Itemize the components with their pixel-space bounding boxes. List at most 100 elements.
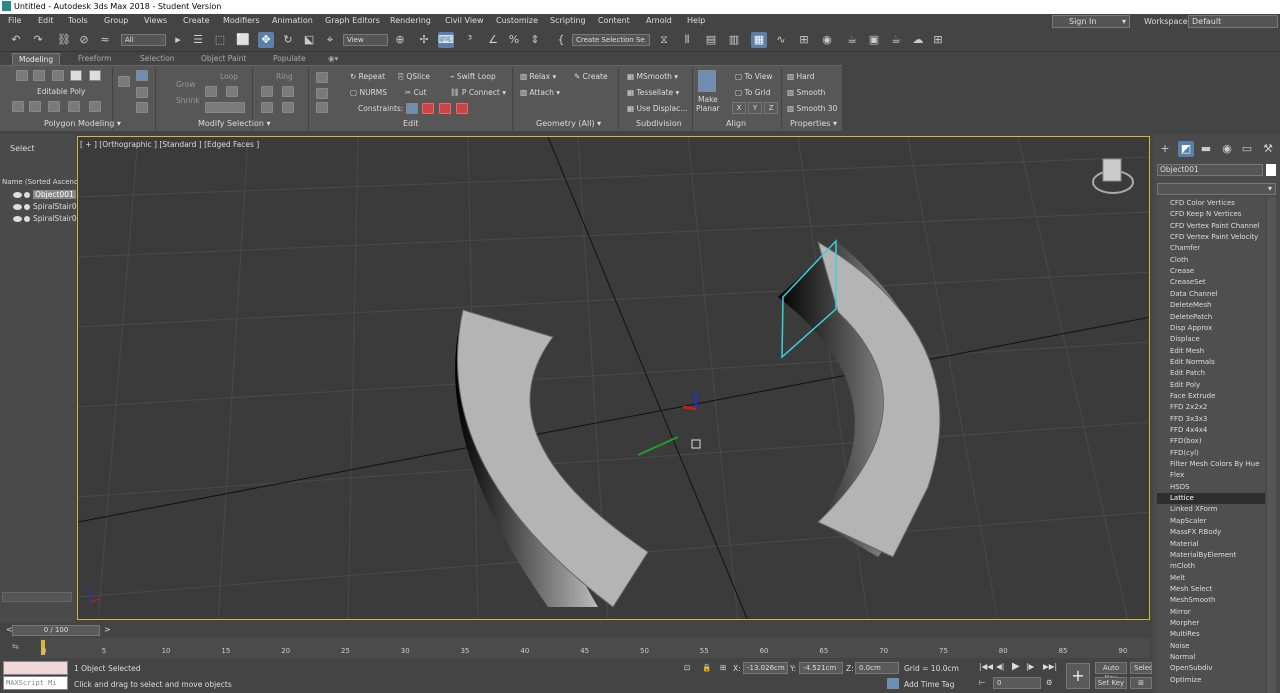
hierarchy-panel-icon[interactable]: ▬ xyxy=(1198,141,1214,157)
modifier-item-noise[interactable]: Noise xyxy=(1170,641,1265,652)
menu-animation[interactable]: Animation xyxy=(272,16,313,25)
modifier-item-ffd-3x3x3[interactable]: FFD 3x3x3 xyxy=(1170,414,1265,425)
modify-mode-icon[interactable] xyxy=(12,101,24,112)
border-icon[interactable] xyxy=(52,70,64,81)
extrude-icon[interactable] xyxy=(316,102,328,113)
use-displacement-button[interactable]: ▦ Use Displac... xyxy=(627,104,687,113)
modifier-item-displace[interactable]: Displace xyxy=(1170,334,1265,345)
ring-shrink-icon[interactable] xyxy=(282,86,294,97)
constraint-none-icon[interactable] xyxy=(406,103,418,114)
rectangle-selection-icon[interactable]: ⬚ xyxy=(212,32,228,48)
select-object-icon[interactable]: ▸ xyxy=(170,32,186,48)
select-rotate-icon[interactable]: ↻ xyxy=(280,32,296,48)
menu-scripting[interactable]: Scripting xyxy=(550,16,586,25)
modifier-item-meshsmooth[interactable]: MeshSmooth xyxy=(1170,595,1265,606)
eye-icon[interactable] xyxy=(13,192,22,198)
modifier-item-crease[interactable]: Crease xyxy=(1170,266,1265,277)
create-panel-icon[interactable]: + xyxy=(1157,141,1173,157)
modifier-item-hsds[interactable]: HSDS xyxy=(1170,482,1265,493)
play-icon[interactable]: ▶ xyxy=(1012,661,1020,672)
viewport-label[interactable]: [ + ] [Orthographic ] [Standard ] [Edged… xyxy=(80,140,259,149)
modifier-item-ffd-4x4x4[interactable]: FFD 4x4x4 xyxy=(1170,425,1265,436)
by-angle-icon[interactable] xyxy=(136,87,148,98)
modifier-item-edit-normals[interactable]: Edit Normals xyxy=(1170,357,1265,368)
schematic-view-icon[interactable]: ⊞ xyxy=(796,32,812,48)
element-icon[interactable] xyxy=(89,70,101,81)
align-x-button[interactable]: X xyxy=(732,102,746,114)
scene-explorer-header[interactable]: Name (Sorted Ascend xyxy=(2,178,78,186)
modifier-list-dropdown[interactable]: ▾ xyxy=(1157,183,1276,195)
workspace-select[interactable]: Default xyxy=(1188,15,1278,28)
nurms-button[interactable]: ▢ NURMS xyxy=(350,88,387,97)
group-modify-selection[interactable]: Modify Selection ▾ xyxy=(198,119,270,128)
ring-button[interactable]: Ring xyxy=(276,72,293,81)
select-scale-icon[interactable]: ⬕ xyxy=(301,32,317,48)
modifier-item-opensubdiv[interactable]: OpenSubdiv xyxy=(1170,663,1265,674)
modifier-item-massfx-rbody[interactable]: MassFX RBody xyxy=(1170,527,1265,538)
rendered-frame-window-icon[interactable]: ▣ xyxy=(866,32,882,48)
modifier-item-cfd-color-vertices[interactable]: CFD Color Vertices xyxy=(1170,198,1265,209)
previous-frame-icon[interactable]: ◀| xyxy=(996,662,1004,671)
go-to-end-icon[interactable]: ▶▶| xyxy=(1043,662,1057,671)
modifier-item-data-channel[interactable]: Data Channel xyxy=(1170,289,1265,300)
tab-populate[interactable]: Populate xyxy=(267,53,312,65)
a360-gallery-icon[interactable]: ⊞ xyxy=(930,32,946,48)
select-move-icon[interactable]: ✥ xyxy=(258,32,274,48)
modifier-item-ffd-2x2x2[interactable]: FFD 2x2x2 xyxy=(1170,402,1265,413)
window-crossing-icon[interactable]: ⬜ xyxy=(235,32,251,48)
sphere-icon[interactable] xyxy=(89,101,101,112)
snaps-toggle-icon[interactable]: ³ xyxy=(462,32,478,48)
stack-icon[interactable] xyxy=(48,101,60,112)
p-connect-button[interactable]: ⛓ P Connect ▾ xyxy=(450,88,506,97)
scene-explorer-scrollbar[interactable] xyxy=(2,592,72,602)
modify-panel-icon[interactable]: ◩ xyxy=(1178,141,1194,157)
ribbon-options-icon[interactable]: ◉▾ xyxy=(322,53,344,65)
loop-options-icon[interactable] xyxy=(205,102,245,113)
grow-button[interactable]: Grow xyxy=(176,80,195,89)
scene-explorer-mode[interactable]: Select xyxy=(10,144,35,153)
edge-icon[interactable] xyxy=(33,70,45,81)
smooth-button[interactable]: ▨ Smooth xyxy=(787,88,825,97)
go-to-start-icon[interactable]: |◀◀ xyxy=(979,662,993,671)
object-name-field[interactable]: Object001 xyxy=(1157,164,1263,176)
toggle-scene-explorer-icon[interactable]: ▤ xyxy=(703,32,719,48)
scene-item-spiralstair-2[interactable]: SpiralStair0 xyxy=(3,213,77,224)
ignore-backfacing-icon[interactable] xyxy=(118,76,130,87)
gizmo-plane-handle[interactable] xyxy=(691,439,701,449)
render-in-cloud-icon[interactable]: ☁ xyxy=(910,32,926,48)
track-bar[interactable] xyxy=(40,638,1150,658)
render-setup-icon[interactable]: ☕ xyxy=(844,32,860,48)
layer-explorer-icon[interactable]: ▥ xyxy=(726,32,742,48)
ring-grow-icon[interactable] xyxy=(261,86,273,97)
link-icon[interactable]: ⛓ xyxy=(56,32,72,48)
by-vertex-icon[interactable] xyxy=(136,70,148,81)
menu-help[interactable]: Help xyxy=(687,16,705,25)
align-z-button[interactable]: Z xyxy=(764,102,778,114)
modifier-item-cloth[interactable]: Cloth xyxy=(1170,255,1265,266)
sign-in-button[interactable]: Sign In ▾ xyxy=(1052,15,1130,28)
menu-group[interactable]: Group xyxy=(104,16,128,25)
eye-icon[interactable] xyxy=(13,204,22,210)
constraint-normal-icon[interactable] xyxy=(456,103,468,114)
tab-selection[interactable]: Selection xyxy=(134,53,181,65)
absolute-mode-icon[interactable]: ⊞ xyxy=(720,663,726,672)
maxscript-mini-listener[interactable]: MAXScript Mi xyxy=(3,676,68,690)
object-color-swatch[interactable] xyxy=(1266,164,1276,176)
z-coordinate-field[interactable]: 0.0cm xyxy=(855,662,899,674)
unlink-icon[interactable]: ⊘ xyxy=(76,32,92,48)
spinner-snap-icon[interactable]: ⇕ xyxy=(527,32,543,48)
mirror-icon[interactable]: ⧖ xyxy=(656,32,672,48)
display-panel-icon[interactable]: ▭ xyxy=(1239,141,1255,157)
scene-item-spiralstair-1[interactable]: SpiralStair0 xyxy=(3,201,77,212)
reference-coordinate-dropdown[interactable]: View xyxy=(343,34,388,46)
menu-rendering[interactable]: Rendering xyxy=(390,16,431,25)
shrink-button[interactable]: Shrink xyxy=(176,96,200,105)
current-frame-field[interactable]: 0 xyxy=(993,677,1041,689)
modifier-list-scrollbar[interactable] xyxy=(1267,197,1276,693)
smooth-30-button[interactable]: ▨ Smooth 30 xyxy=(787,104,837,113)
repeat-last-icon[interactable] xyxy=(316,88,328,99)
modifier-item-optimize[interactable]: Optimize xyxy=(1170,675,1265,686)
curve-editor-icon[interactable]: ∿ xyxy=(773,32,789,48)
tab-object-paint[interactable]: Object Paint xyxy=(195,53,252,65)
modifier-item-deletepatch[interactable]: DeletePatch xyxy=(1170,312,1265,323)
